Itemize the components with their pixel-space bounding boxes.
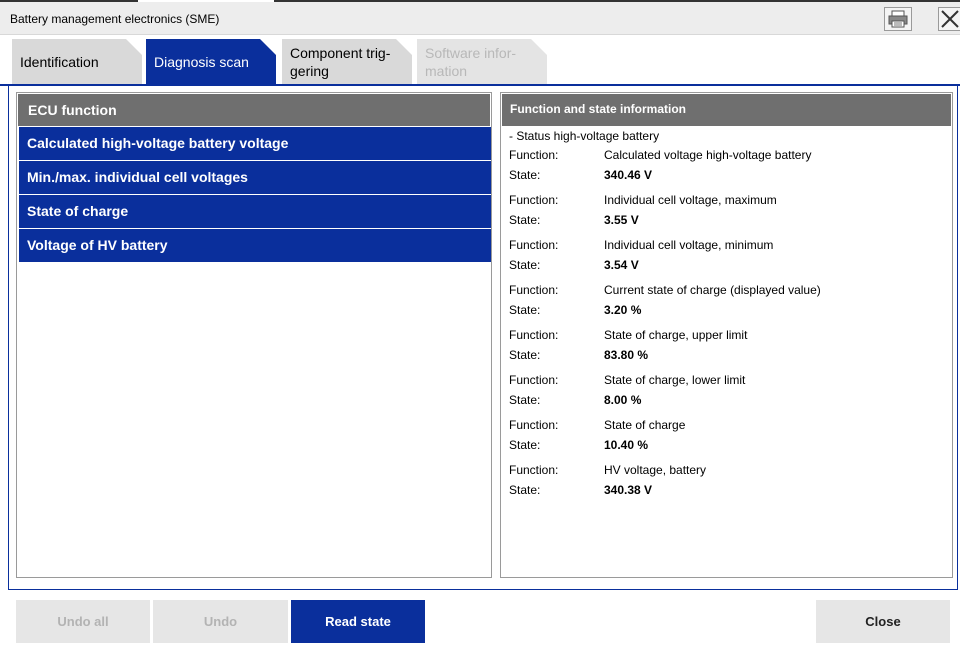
function-value: State of charge, upper limit xyxy=(604,328,748,342)
function-state-body: - Status high-voltage battery Function: C… xyxy=(509,128,949,505)
function-label: Function: xyxy=(509,238,559,252)
function-label: Function: xyxy=(509,148,559,162)
info-entry: Function: State of charge, lower limit St… xyxy=(509,370,949,410)
function-label: Function: xyxy=(509,283,559,297)
function-value: Current state of charge (displayed value… xyxy=(604,283,821,297)
info-entry: Function: Individual cell voltage, maximu… xyxy=(509,190,949,230)
tab-component-triggering[interactable]: Component trig- gering xyxy=(282,39,412,85)
title-bar: Battery management electronics (SME) xyxy=(0,2,960,35)
state-label: State: xyxy=(509,168,541,182)
function-value: Individual cell voltage, maximum xyxy=(604,193,777,207)
function-value: Calculated voltage high-voltage battery xyxy=(604,148,812,162)
tab-software-information: Software infor- mation xyxy=(417,39,547,85)
state-label: State: xyxy=(509,303,541,317)
function-value: Individual cell voltage, minimum xyxy=(604,238,774,252)
ecu-function-list: Calculated high-voltage battery voltage … xyxy=(19,127,491,263)
function-value: State of charge xyxy=(604,418,686,432)
undo-button[interactable]: Undo xyxy=(153,600,288,643)
info-entry: Function: Calculated voltage high-voltage… xyxy=(509,145,949,185)
state-label: State: xyxy=(509,258,541,272)
function-label: Function: xyxy=(509,328,559,342)
function-state-header: Function and state information xyxy=(502,94,951,126)
printer-icon xyxy=(888,10,908,28)
state-value: 83.80 % xyxy=(604,348,649,362)
state-value: 3.54 V xyxy=(604,258,639,272)
function-label: Function: xyxy=(509,418,559,432)
function-value: HV voltage, battery xyxy=(604,463,707,477)
ecu-function-header: ECU function xyxy=(18,94,490,126)
state-value: 340.38 V xyxy=(604,483,653,497)
tab-bar: Identification Diagnosis scan Component … xyxy=(0,36,960,86)
function-label: Function: xyxy=(509,373,559,387)
window-title: Battery management electronics (SME) xyxy=(10,12,220,26)
function-value: State of charge, lower limit xyxy=(604,373,746,387)
state-label: State: xyxy=(509,348,541,362)
state-label: State: xyxy=(509,213,541,227)
state-value: 340.46 V xyxy=(604,168,653,182)
function-label: Function: xyxy=(509,193,559,207)
state-label: State: xyxy=(509,483,541,497)
ecu-function-item[interactable]: Voltage of HV battery xyxy=(19,229,491,262)
tab-label: Software infor- mation xyxy=(425,45,517,79)
info-entry: Function: HV voltage, battery State: 340.3… xyxy=(509,460,949,500)
state-value: 10.40 % xyxy=(604,438,649,452)
tab-identification[interactable]: Identification xyxy=(12,39,142,85)
tab-diagnosis-scan[interactable]: Diagnosis scan xyxy=(146,39,276,85)
state-value: 3.20 % xyxy=(604,303,642,317)
tab-label: Identification xyxy=(20,54,99,70)
info-entry: Function: State of charge State: 10.40 % xyxy=(509,415,949,455)
state-value: 3.55 V xyxy=(604,213,639,227)
info-entry: Function: Current state of charge (displa… xyxy=(509,280,949,320)
status-group-title: - Status high-voltage battery xyxy=(509,129,660,143)
close-icon xyxy=(941,10,959,28)
tab-label: Diagnosis scan xyxy=(154,54,249,70)
close-button[interactable]: Close xyxy=(816,600,950,643)
ecu-function-item[interactable]: State of charge xyxy=(19,195,491,228)
state-value: 8.00 % xyxy=(604,393,642,407)
function-state-panel: Function and state information - Status … xyxy=(500,92,953,578)
state-label: State: xyxy=(509,438,541,452)
read-state-button[interactable]: Read state xyxy=(291,600,425,643)
print-button[interactable] xyxy=(884,7,912,31)
window-close-button[interactable] xyxy=(938,7,960,31)
undo-all-button[interactable]: Undo all xyxy=(16,600,150,643)
ecu-function-panel: ECU function Calculated high-voltage bat… xyxy=(16,92,492,578)
info-entry: Function: Individual cell voltage, minimu… xyxy=(509,235,949,275)
function-label: Function: xyxy=(509,463,559,477)
ecu-function-item[interactable]: Min./max. individual cell voltages xyxy=(19,161,491,194)
state-label: State: xyxy=(509,393,541,407)
tab-label: Component trig- gering xyxy=(290,45,391,79)
info-entry: Function: State of charge, upper limit St… xyxy=(509,325,949,365)
ecu-function-item[interactable]: Calculated high-voltage battery voltage xyxy=(19,127,491,160)
